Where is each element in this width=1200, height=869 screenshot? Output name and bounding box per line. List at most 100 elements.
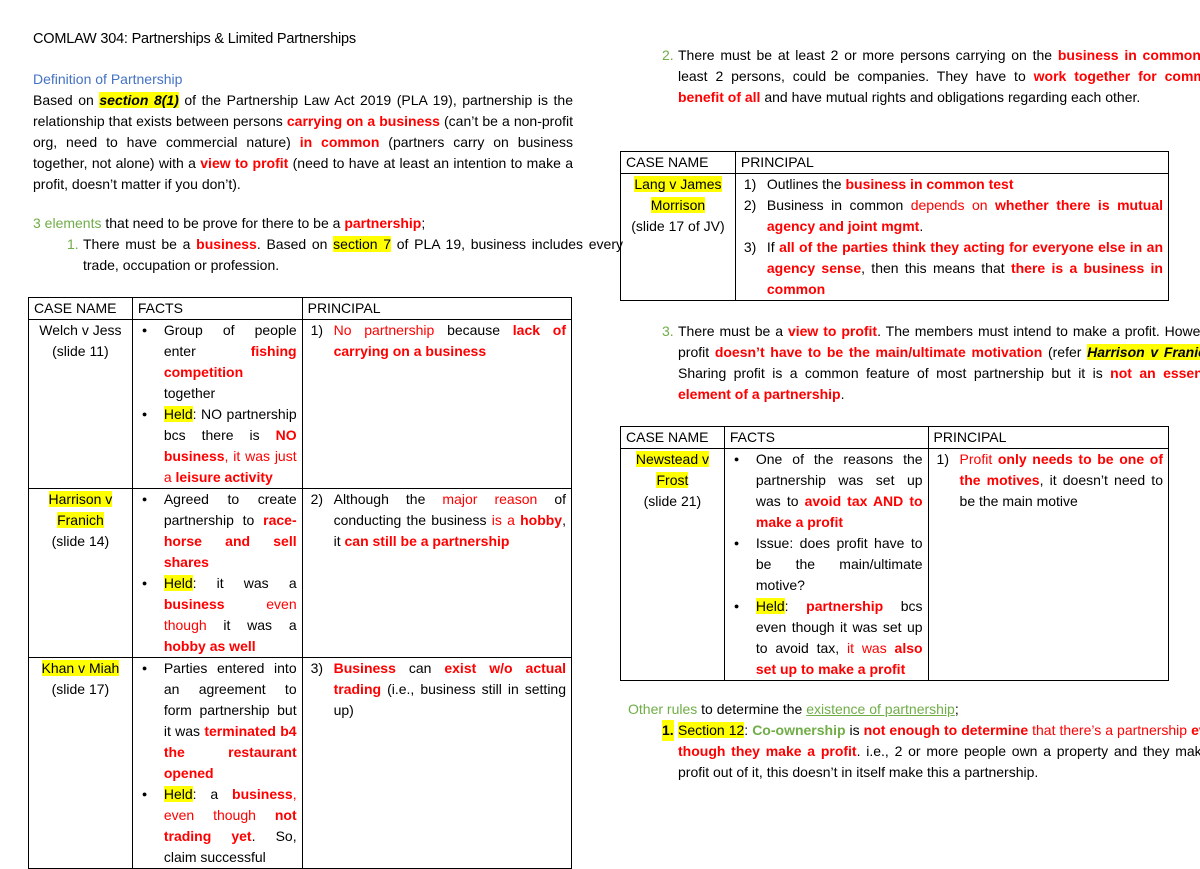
facts-cell: One of the reasons the partnership was s…	[723, 448, 929, 681]
facts-cell: Group of people enter fishing competitio…	[131, 319, 303, 489]
text-run: Business	[333, 660, 396, 676]
text-run: Profit	[959, 451, 998, 467]
element-1: 1. There must be a business. Based on se…	[33, 234, 623, 276]
table-row: Welch v Jess (slide 11) Group of people …	[28, 319, 573, 489]
text-run: that there’s a partnership	[1028, 722, 1192, 738]
text-run: (slide 21)	[643, 493, 702, 509]
text-run: Definition of Partnership	[33, 71, 183, 87]
text-run: :	[744, 722, 753, 738]
case-name-cell: Welch v Jess (slide 11)	[28, 319, 133, 489]
text-run: 1.	[662, 720, 674, 741]
table-row: Harrison v Franich (slide 14) Agreed to …	[28, 488, 573, 658]
text-run: Based on	[33, 92, 100, 108]
harrison-v-franich-reference: Harrison v Franich	[1087, 344, 1200, 360]
text-run: business in common test	[845, 176, 1014, 192]
text-run: together	[163, 385, 216, 401]
text-run: There must be a	[678, 323, 788, 339]
text-run: ;	[421, 215, 426, 231]
text-run: : it was a	[192, 575, 297, 591]
text-run: because	[434, 322, 513, 338]
text-run: carrying on a business	[286, 113, 440, 129]
view-to-profit-table: CASE NAME FACTS PRINCIPAL Newstead v Fro…	[620, 426, 1170, 681]
text-run: leisure activity	[175, 469, 273, 485]
text-run: There must be at least 2 or more persons…	[678, 47, 1058, 63]
facts-cell: Agreed to create partnership to race-hor…	[131, 488, 303, 658]
facts-cell: Parties entered into an agreement to for…	[131, 657, 303, 869]
text-run: Held	[163, 406, 193, 422]
table-row: Khan v Miah (slide 17) Parties entered i…	[28, 657, 573, 869]
text-run: 3.	[662, 323, 674, 339]
text-run: partnership	[344, 215, 422, 231]
text-run: Business in common	[766, 197, 911, 213]
text-run: 3 elements	[33, 215, 102, 231]
text-run: 2)	[310, 491, 324, 507]
text-run: .	[840, 386, 845, 402]
text-run: There must be a	[83, 236, 197, 252]
principal-cell: 1) No partnership because lack of carryin…	[301, 319, 573, 489]
text-run: Franich	[57, 512, 104, 528]
header-principal: PRINCIPAL	[734, 151, 1170, 174]
other-rule-1: 1. Section 12: Co-ownership is not enoug…	[628, 720, 1200, 783]
text-run: : a	[192, 786, 233, 802]
text-run	[988, 197, 996, 213]
table-row: Lang v James Morrison (slide 17 of JV) 1…	[620, 173, 1170, 301]
text-run: Although the	[333, 491, 443, 507]
text-run: Frost	[656, 472, 689, 488]
definition-heading: Definition of Partnership	[33, 69, 573, 90]
text-run: 1)	[936, 451, 949, 467]
text-run: .	[919, 218, 924, 234]
text-run: Other rules	[628, 701, 698, 717]
text-run: major reason	[442, 491, 538, 507]
case-name-cell: Khan v Miah (slide 17)	[28, 657, 133, 869]
text-run: Co-ownership	[752, 722, 846, 738]
header-facts: FACTS	[723, 426, 929, 449]
business-cases-table: CASE NAME FACTS PRINCIPAL Welch v Jess (…	[28, 297, 573, 869]
text-run: can still be a partnership	[344, 533, 510, 549]
text-run: business in common	[1057, 47, 1200, 63]
text-run: it was a	[206, 617, 297, 633]
table-header-row: CASE NAME FACTS PRINCIPAL	[28, 297, 573, 320]
element-2: 2. There must be at least 2 or more pers…	[628, 45, 1200, 108]
text-run: partnership	[806, 598, 884, 614]
text-run: view to profit	[787, 323, 878, 339]
text-run: :	[784, 598, 807, 614]
text-run: it was	[847, 640, 895, 656]
text-run: 1)	[310, 322, 324, 338]
text-run: Issue: does profit have to be the main/u…	[755, 535, 923, 593]
principal-cell: 1) Profit only needs to be one of the mot…	[927, 448, 1170, 681]
header-case-name: CASE NAME	[28, 297, 133, 320]
header-principal: PRINCIPAL	[927, 426, 1170, 449]
header-facts: FACTS	[131, 297, 303, 320]
text-run: , then this means that	[861, 260, 1011, 276]
text-run: 3)	[310, 660, 324, 676]
header-case-name: CASE NAME	[620, 426, 725, 449]
text-run: If	[766, 239, 780, 255]
text-run: (slide 14)	[51, 533, 110, 549]
principal-cell: 3) Business can exist w/o actual trading …	[301, 657, 573, 869]
text-run: that need to be prove for there to be a	[101, 215, 345, 231]
text-run: No partnership	[333, 322, 435, 338]
header-case-name: CASE NAME	[620, 151, 736, 174]
text-run: view to profit	[200, 155, 289, 171]
text-run: existence of partnership	[806, 701, 955, 717]
text-run: 1.	[67, 236, 79, 252]
text-run: Held	[163, 575, 193, 591]
principal-cell: 2) Although the major reason of conductin…	[301, 488, 573, 658]
text-run: ;	[954, 701, 959, 717]
text-run: can	[395, 660, 445, 676]
text-run: (refer	[1042, 344, 1088, 360]
text-run: (slide 17 of JV)	[631, 218, 725, 234]
other-rules-heading: Other rules to determine the existence o…	[628, 699, 1173, 720]
text-run: hobby as well	[163, 638, 256, 654]
text-run: (slide 17)	[51, 681, 110, 697]
text-run: Morrison	[650, 197, 706, 213]
text-run: Held	[163, 786, 193, 802]
element-3: 3. There must be a view to profit. The m…	[628, 321, 1200, 405]
case-name-cell: Newstead v Frost (slide 21)	[620, 448, 725, 681]
text-run: is	[845, 722, 864, 738]
text-run: hobby	[520, 512, 563, 528]
text-run: business	[232, 786, 293, 802]
table-header-row: CASE NAME PRINCIPAL	[620, 151, 1170, 174]
text-run: in common	[299, 134, 380, 150]
text-run: is a	[491, 512, 521, 528]
